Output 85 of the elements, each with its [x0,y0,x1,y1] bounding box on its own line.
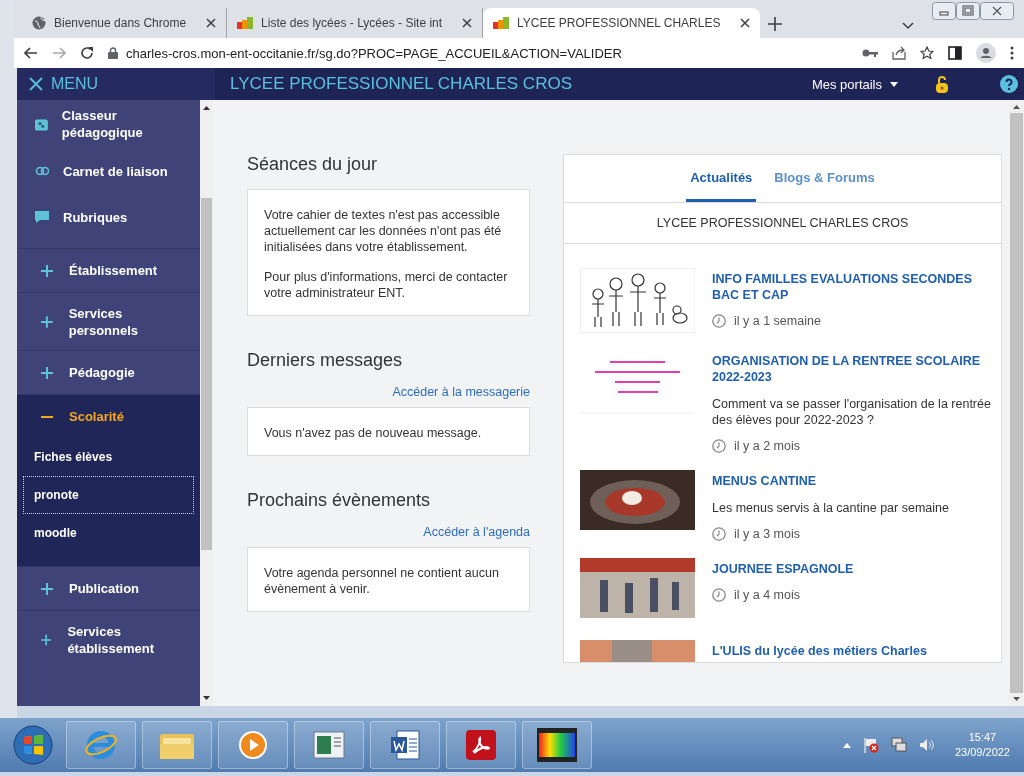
scrollbar-thumb[interactable] [1010,113,1023,693]
menu-button[interactable]: MENU [17,68,215,100]
close-icon[interactable] [206,18,217,28]
sidebar-section[interactable]: Scolarité [17,394,200,438]
news-time: il y a 4 mois [734,588,800,602]
scroll-down-icon[interactable] [1013,697,1020,701]
scroll-up-icon[interactable] [203,106,210,110]
star-icon[interactable] [920,46,934,60]
colorful-logo-icon [237,17,254,29]
message-text: Votre cahier de textes n'est pas accessible actuellement car les données n'ont pas été initialisées dans votre établissement. [264,207,503,255]
news-title[interactable]: JOURNEE ESPAGNOLE [712,561,992,577]
scroll-up-icon[interactable] [1013,105,1020,109]
sidebar-item[interactable]: Classeur pédagogique [17,100,200,148]
news-title[interactable]: MENUS CANTINE [712,473,992,489]
speaker-icon[interactable] [918,738,935,752]
link[interactable]: Accéder à l'agenda [423,525,530,539]
pdf-icon [466,730,496,760]
news-description: Comment va se passer l'organisation de la rentrée des élèves pour 2022-2023 ? [712,396,992,428]
clock-icon [712,588,726,602]
plus-icon [41,366,53,379]
panel-subtitle: LYCEE PROFESSIONNEL CHARLES CROS [564,203,1001,244]
sidebar-link[interactable]: Fiches élèves [23,438,194,476]
close-icon[interactable] [740,18,751,28]
portals-dropdown[interactable]: Mes portails [805,75,904,93]
section-heading: Derniers messages [247,350,403,371]
close-icon[interactable] [980,2,1014,20]
play-icon [238,730,268,760]
window-icon [313,731,345,759]
profile-icon[interactable] [976,43,996,63]
close-icon [29,77,43,91]
flag-icon[interactable] [862,737,879,753]
taskbar-app-button[interactable] [370,721,440,769]
sidebar-link[interactable]: pronote [23,476,194,514]
tray-arrow-icon[interactable] [842,742,851,748]
news-title[interactable]: L'ULIS du lycée des métiers Charles [712,643,992,659]
clock-icon [712,439,726,453]
news-time: il y a 3 mois [734,527,800,541]
panel-tab[interactable]: Actualités [686,170,757,202]
clock[interactable]: 15:47 23/09/2022 [954,730,1010,760]
binder-icon [35,116,48,132]
link[interactable]: Accéder à la messagerie [392,385,530,399]
more-menu-icon[interactable] [1010,46,1014,60]
news-time: il y a 1 semaine [734,314,821,328]
site-title: LYCEE PROFESSIONNEL CHARLES CROS [230,74,572,94]
padlock-icon[interactable] [936,75,948,93]
plus-icon [41,264,53,277]
clock-icon [712,314,726,328]
key-icon[interactable] [862,48,878,58]
browser-tab[interactable]: LYCEE PROFESSIONNEL CHARLES [483,8,761,38]
help-icon[interactable] [1000,75,1018,93]
back-icon[interactable] [24,47,38,59]
browser-swirl-icon [84,728,118,762]
section-heading: Prochains évènements [247,490,431,511]
message-text: Pour plus d'informations, merci de contacter votre administrateur ENT. [264,269,509,301]
document-icon [389,729,421,761]
news-time: il y a 2 mois [734,439,800,453]
taskbar-app-button[interactable] [522,721,592,769]
plus-icon [41,315,53,328]
section-heading: Séances du jour [247,154,378,175]
caret-icon [890,81,898,87]
plus-icon [41,582,53,595]
scroll-down-icon[interactable] [203,696,210,700]
sidebar-item[interactable]: Carnet de liaison [17,148,200,194]
side-panel-icon[interactable] [948,46,962,60]
plus-icon [41,633,52,646]
share-icon[interactable] [892,46,906,60]
news-title[interactable]: ORGANISATION DE LA RENTREE SCOLAIRE 2022-2023 [712,353,992,385]
windows-orb-icon [13,725,53,765]
message-text: Vous n'avez pas de nouveau message. [264,425,483,441]
message-text: Votre agenda personnel ne contient aucun évènement à venir. [264,565,500,597]
chevron-down-icon[interactable] [902,22,914,30]
new-tab-icon[interactable] [768,17,783,31]
reload-icon[interactable] [80,46,94,60]
news-description: Les menus servis à la cantine par semaine [712,500,950,516]
colorful-logo-icon [493,17,510,29]
sidebar-link[interactable]: moodle [23,514,194,552]
sidebar-item[interactable]: Rubriques [17,194,200,240]
scrollbar-thumb[interactable] [201,198,212,550]
network-icon[interactable] [890,737,907,753]
clock-icon [712,527,726,541]
news-title[interactable]: INFO FAMILLES EVALUATIONS SECONDES BAC ET CAP [712,271,992,303]
lock-icon [108,47,118,59]
film-icon [537,728,577,762]
close-icon[interactable] [462,18,473,28]
speech-bubble-icon [35,209,49,225]
